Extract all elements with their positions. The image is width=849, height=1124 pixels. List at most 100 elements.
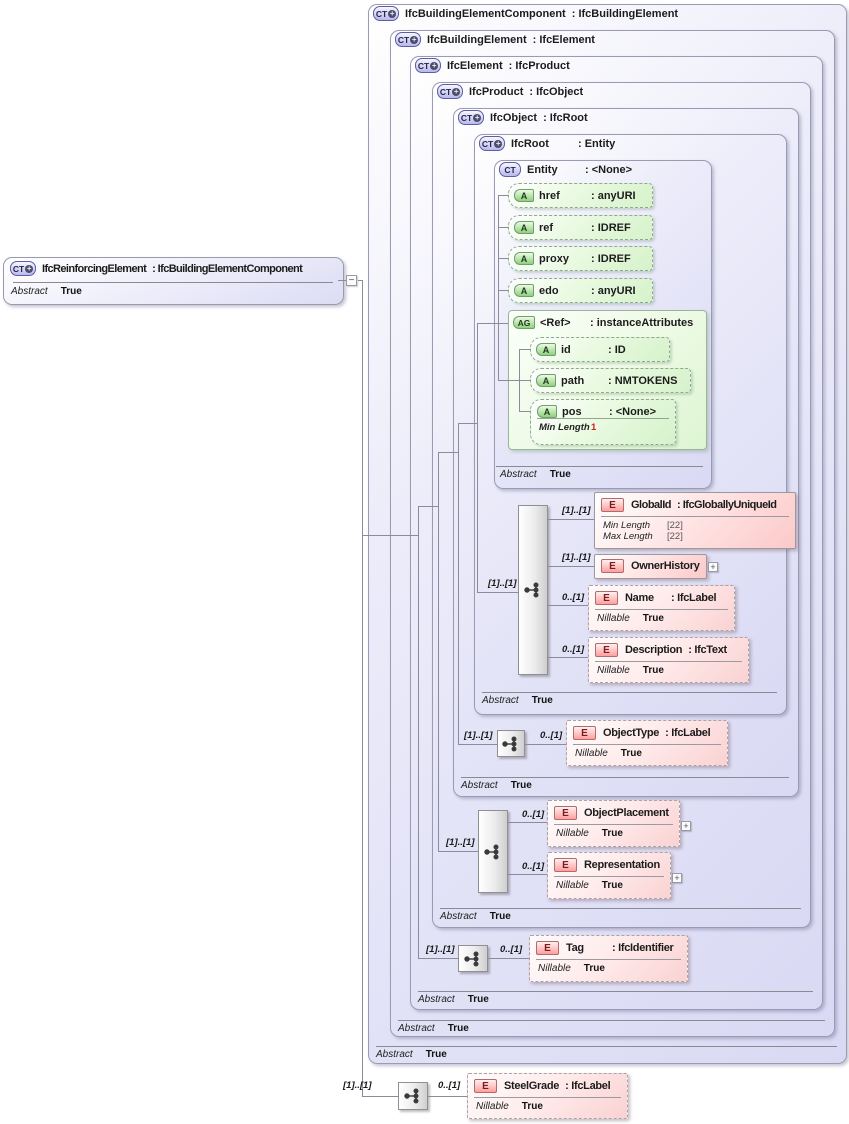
sequence-connector[interactable]	[478, 810, 508, 893]
abstract-row: AbstractTrue	[500, 469, 571, 480]
attribute-href[interactable]: A href : anyURI	[508, 183, 653, 208]
divider	[595, 661, 742, 662]
attribute-ref[interactable]: A ref : IDREF	[508, 215, 653, 240]
divider	[536, 959, 681, 960]
cardinality-label: [1]..[1]	[488, 578, 517, 589]
derived-plus-icon: +	[388, 10, 396, 18]
abstract-row: AbstractTrue	[418, 994, 489, 1005]
connector-line	[498, 290, 508, 291]
complex-type-icon: CT	[499, 162, 521, 177]
abstract-row: AbstractTrue	[11, 286, 82, 297]
connector-line	[362, 280, 363, 1097]
attribute-proxy[interactable]: A proxy : IDREF	[508, 246, 653, 271]
connector-line	[458, 423, 477, 424]
cardinality-label: 0..[1]	[562, 592, 584, 603]
attribute-edo[interactable]: A edo : anyURI	[508, 278, 653, 303]
abstract-row: AbstractTrue	[440, 911, 511, 922]
derived-plus-icon: +	[473, 114, 481, 122]
sequence-connector[interactable]	[518, 505, 548, 675]
element-objecttype[interactable]: E ObjectType: IfcLabel NillableTrue	[566, 720, 728, 766]
element-steelgrade[interactable]: E SteelGrade: IfcLabel NillableTrue	[467, 1073, 628, 1119]
element-tag[interactable]: E Tag: IfcIdentifier NillableTrue	[529, 935, 688, 982]
type-header-ifcbuildingelementcomponent: CT+ IfcBuildingElementComponent: IfcBuil…	[373, 6, 678, 21]
nillable-row: NillableTrue	[589, 613, 734, 624]
expand-button[interactable]: +	[672, 873, 682, 883]
nillable-row: NillableTrue	[567, 748, 727, 759]
connector-line	[498, 380, 530, 381]
attribute-path[interactable]: A path : NMTOKENS	[530, 368, 691, 393]
attribute-icon: A	[537, 405, 557, 418]
cardinality-label: 0..[1]	[438, 1080, 460, 1091]
type-header-ifcreinforcingelement: CT+ IfcReinforcingElement: IfcBuildingEl…	[10, 261, 302, 276]
connector-line	[525, 744, 566, 745]
derived-plus-icon: +	[494, 140, 502, 148]
connector-line	[508, 874, 547, 875]
sequence-icon	[403, 1087, 423, 1105]
element-icon: E	[554, 858, 577, 872]
element-icon: E	[536, 941, 559, 955]
element-globalid[interactable]: E GlobalId: IfcGloballyUniqueId Min Leng…	[594, 492, 796, 549]
connector-line	[477, 323, 478, 592]
connector-line	[498, 227, 508, 228]
connector-line	[418, 958, 458, 959]
sequence-icon	[463, 950, 483, 968]
connector-line	[438, 452, 439, 851]
cardinality-label: 0..[1]	[540, 730, 562, 741]
attribute-icon: A	[536, 343, 556, 356]
connector-line	[519, 411, 530, 412]
sequence-connector[interactable]	[497, 730, 525, 757]
connector-line	[458, 744, 497, 745]
element-icon: E	[573, 726, 596, 740]
sequence-connector[interactable]	[398, 1082, 428, 1110]
abstract-row: AbstractTrue	[376, 1049, 447, 1060]
complex-type-icon: CT+	[10, 261, 36, 276]
divider	[573, 744, 721, 745]
element-objectplacement[interactable]: E ObjectPlacement NillableTrue	[547, 800, 680, 847]
element-name[interactable]: E Name: IfcLabel NillableTrue	[588, 585, 735, 631]
derived-plus-icon: +	[410, 36, 418, 44]
connector-line	[508, 822, 547, 823]
attribute-icon: A	[514, 252, 534, 265]
attribute-group-header: AG <Ref> : instanceAttributes	[513, 316, 693, 329]
divider	[418, 991, 813, 992]
connector-line	[438, 452, 458, 453]
complex-type-icon: CT+	[437, 84, 463, 99]
attribute-icon: A	[514, 221, 534, 234]
nillable-row: NillableTrue	[468, 1101, 627, 1112]
nillable-row: NillableTrue	[548, 880, 670, 891]
connector-line	[477, 592, 518, 593]
divider	[554, 824, 673, 825]
cardinality-label: [1]..[1]	[464, 730, 493, 741]
cardinality-label: 0..[1]	[500, 944, 522, 955]
sequence-icon	[483, 843, 503, 861]
attribute-id[interactable]: A id : ID	[530, 337, 670, 362]
attribute-pos[interactable]: A pos : <None> Min Length 1	[530, 399, 676, 445]
facet-min-length: Min Length[22]	[595, 520, 795, 531]
divider	[474, 1097, 621, 1098]
divider	[398, 1020, 825, 1021]
element-ownerhistory[interactable]: E OwnerHistory	[594, 554, 707, 579]
divider	[496, 466, 703, 467]
divider	[13, 282, 333, 283]
connector-line	[498, 195, 508, 196]
expand-button[interactable]: +	[681, 821, 691, 831]
collapse-button[interactable]: −	[346, 275, 357, 286]
cardinality-label: [1]..[1]	[562, 505, 591, 516]
element-icon: E	[601, 559, 624, 573]
element-description[interactable]: E Description: IfcText NillableTrue	[588, 637, 749, 683]
sequence-icon	[523, 581, 543, 599]
divider	[440, 908, 801, 909]
sequence-connector[interactable]	[458, 945, 488, 972]
connector-line	[338, 280, 346, 281]
connector-line	[519, 349, 520, 411]
cardinality-label: [1]..[1]	[426, 944, 455, 955]
divider	[537, 418, 669, 419]
element-icon: E	[554, 806, 577, 820]
element-representation[interactable]: E Representation NillableTrue	[547, 852, 671, 899]
connector-line	[488, 958, 529, 959]
expand-button[interactable]: +	[708, 562, 718, 572]
connector-line	[362, 535, 418, 536]
cardinality-label: [1]..[1]	[446, 837, 475, 848]
connector-line	[548, 657, 588, 658]
facet-max-length: Max Length[22]	[595, 531, 795, 542]
